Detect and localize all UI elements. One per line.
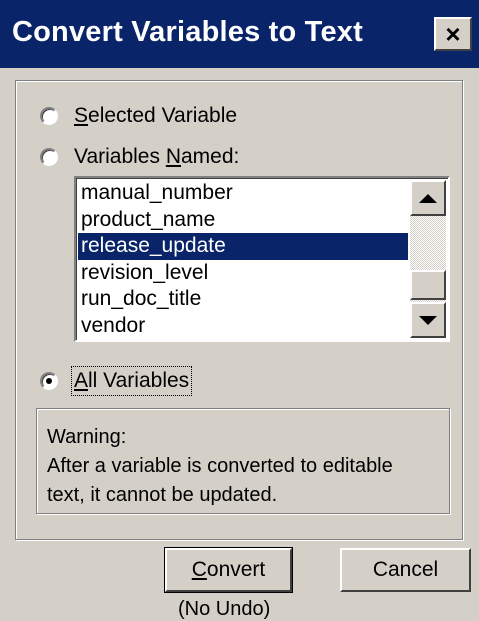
window-title: Convert Variables to Text <box>12 16 363 48</box>
warning-text-line-2: text, it cannot be updated. <box>47 484 278 506</box>
warning-text-line-1: After a variable is converted to editabl… <box>47 455 393 477</box>
title-bar: Convert Variables to Text × <box>0 0 479 68</box>
warning-heading: Warning: <box>47 426 127 448</box>
arrow-down-icon <box>419 315 437 325</box>
all-variables-label: All Variables <box>70 366 193 396</box>
scroll-thumb[interactable] <box>410 270 446 300</box>
no-undo-note: (No Undo) <box>178 598 271 620</box>
list-item[interactable]: manual_number <box>78 180 408 207</box>
list-item[interactable]: revision_level <box>78 260 408 287</box>
radio-button-all-variables[interactable] <box>40 372 58 390</box>
variable-list: manual_number product_name release_updat… <box>78 180 408 339</box>
close-icon: × <box>445 19 461 49</box>
list-scrollbar[interactable] <box>410 180 446 338</box>
list-item[interactable]: product_name <box>78 207 408 234</box>
variables-named-label: Variables Named: <box>74 145 240 168</box>
radio-variables-named[interactable]: Variables Named: <box>40 145 239 169</box>
radio-selected-variable[interactable]: Selected Variable <box>40 104 237 128</box>
variable-listbox[interactable]: manual_number product_name release_updat… <box>74 176 450 342</box>
cancel-button[interactable]: Cancel <box>340 548 471 592</box>
selected-variable-label: Selected Variable <box>74 104 238 127</box>
radio-button-selected-variable[interactable] <box>40 107 58 125</box>
list-item-selected[interactable]: release_update <box>78 233 408 260</box>
warning-box: Warning: After a variable is converted t… <box>36 408 450 514</box>
scroll-up-button[interactable] <box>410 180 446 216</box>
list-item[interactable]: vendor <box>78 313 408 340</box>
scroll-down-button[interactable] <box>410 302 446 338</box>
arrow-up-icon <box>419 193 437 203</box>
radio-all-variables[interactable]: All Variables <box>40 366 193 396</box>
convert-button[interactable]: Convert <box>164 547 293 593</box>
list-item[interactable]: run_doc_title <box>78 286 408 313</box>
close-button[interactable]: × <box>434 17 472 51</box>
radio-button-variables-named[interactable] <box>40 148 58 166</box>
